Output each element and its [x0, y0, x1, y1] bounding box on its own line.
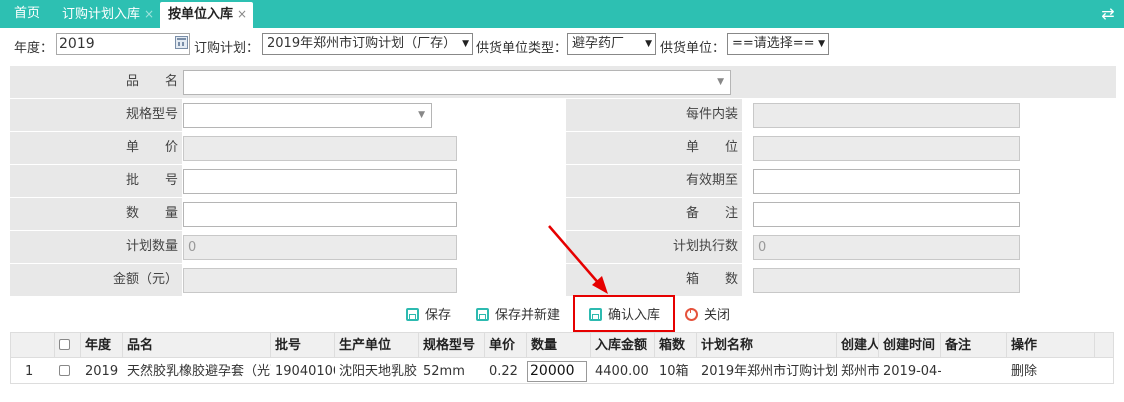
select-all-checkbox[interactable] [59, 339, 70, 350]
col-batch[interactable]: 批号 [271, 333, 335, 358]
unit-price-label: 单 价 [10, 132, 182, 164]
form-row: 规格型号 ▼ 每件内装 [10, 99, 1116, 131]
col-plan-name[interactable]: 计划名称 [697, 333, 837, 358]
form-row: 单 价 单 位 [10, 132, 1116, 164]
spec-label: 规格型号 [10, 99, 182, 131]
close-icon[interactable]: × [144, 7, 154, 21]
tab-plan-stock-in[interactable]: 订购计划入库 × [62, 0, 154, 28]
col-boxes[interactable]: 箱数 [655, 333, 697, 358]
cell-plan-name: 2019年郑州市订购计划（ [701, 364, 837, 379]
year-input[interactable]: 2019 [56, 33, 190, 55]
tab-bar: 首页 订购计划入库 × 按单位入库 × ⇄ [0, 0, 1124, 28]
save-icon [406, 308, 419, 321]
unit-label: 单 位 [566, 132, 742, 164]
cell-creator: 郑州市 [841, 364, 879, 379]
supplier-label: 供货单位： [660, 41, 726, 56]
col-amount[interactable]: 入库金额 [591, 333, 655, 358]
quantity-input[interactable] [183, 202, 457, 227]
plan-label: 订购计划： [194, 41, 260, 56]
col-remark[interactable]: 备注 [941, 333, 1007, 358]
col-price[interactable]: 单价 [485, 333, 527, 358]
quantity-input[interactable]: 20000 [527, 361, 587, 382]
batch-input[interactable] [183, 169, 457, 194]
plan-exec-field: 0 [753, 235, 1020, 260]
col-maker[interactable]: 生产单位 [335, 333, 419, 358]
col-qty[interactable]: 数量 [527, 333, 591, 358]
col-created[interactable]: 创建时间 [879, 333, 941, 358]
table-header: 年度 品名 批号 生产单位 规格型号 单价 数量 入库金额 箱数 计划名称 创建… [11, 333, 1113, 358]
save-label: 保存 [425, 308, 452, 323]
tab-home[interactable]: 首页 [14, 0, 40, 28]
tab-plan-label: 订购计划入库 [62, 7, 141, 22]
chevron-down-icon: ▼ [462, 39, 469, 49]
cell-spec: 52mm [423, 364, 465, 379]
amount-label: 金额（元） [10, 264, 182, 296]
unit-field [753, 136, 1020, 161]
cell-maker: 沈阳天地乳胶 [339, 364, 418, 379]
chevron-down-icon: ▼ [717, 77, 724, 87]
year-label: 年度： [14, 41, 54, 56]
col-spec[interactable]: 规格型号 [419, 333, 485, 358]
cell-remark [941, 359, 1007, 384]
save-button[interactable]: 保存 [406, 306, 451, 326]
per-box-label: 每件内装 [566, 99, 742, 131]
cell-amount: 4400.00 [595, 364, 649, 379]
close-button[interactable]: 关闭 [685, 306, 730, 326]
delete-link[interactable]: 删除 [1007, 359, 1095, 384]
quantity-label: 数 量 [10, 198, 182, 230]
save-new-label: 保存并新建 [495, 308, 561, 323]
save-and-new-button[interactable]: 保存并新建 [476, 306, 560, 326]
supplier-type-label: 供货单位类型： [476, 41, 568, 56]
refresh-icon[interactable]: ⇄ [1100, 5, 1116, 23]
plan-qty-field: 0 [183, 235, 457, 260]
col-product[interactable]: 品名 [123, 333, 271, 358]
chevron-down-icon: ▼ [645, 39, 652, 49]
cell-year: 2019 [85, 364, 119, 379]
form-row: 批 号 有效期至 [10, 165, 1116, 197]
expiry-input[interactable] [753, 169, 1020, 194]
per-box-field [753, 103, 1020, 128]
plan-qty-label: 计划数量 [10, 231, 182, 263]
tab-active-label: 按单位入库 [168, 7, 234, 22]
close-icon[interactable]: × [237, 7, 247, 21]
chevron-down-icon: ▼ [818, 39, 825, 49]
stock-in-table: 年度 品名 批号 生产单位 规格型号 单价 数量 入库金额 箱数 计划名称 创建… [10, 332, 1114, 384]
expiry-label: 有效期至 [566, 165, 742, 197]
highlight-box [573, 295, 675, 332]
supplier-type-value: 避孕药厂 [572, 36, 625, 51]
supplier-type-select[interactable]: 避孕药厂 ▼ [567, 33, 656, 55]
col-op[interactable]: 操作 [1007, 333, 1095, 358]
power-icon [685, 308, 698, 321]
col-year[interactable]: 年度 [81, 333, 123, 358]
row-index: 1 [25, 364, 34, 379]
unit-price-field [183, 136, 457, 161]
save-icon [476, 308, 489, 321]
supplier-select[interactable]: ==请选择== ▼ [727, 33, 829, 55]
cell-product: 天然胶乳橡胶避孕套（光面 [127, 364, 271, 379]
supplier-select-value: ==请选择== [732, 36, 815, 51]
form-row: 品 名 ▼ [10, 66, 1116, 98]
annotation-arrow [548, 225, 608, 294]
close-label: 关闭 [704, 308, 731, 323]
product-select[interactable]: ▼ [183, 70, 731, 95]
boxes-field [753, 268, 1020, 293]
table-row[interactable]: 1 2019 天然胶乳橡胶避孕套（光面 19040100 沈阳天地乳胶 52mm… [11, 359, 1113, 384]
amount-field [183, 268, 457, 293]
spec-select[interactable]: ▼ [183, 103, 432, 128]
cell-boxes: 10箱 [659, 364, 689, 379]
product-label: 品 名 [10, 66, 182, 98]
plan-select[interactable]: 2019年郑州市订购计划（厂存） ▼ [262, 33, 473, 55]
row-checkbox[interactable] [59, 365, 70, 376]
col-creator[interactable]: 创建人 [837, 333, 879, 358]
cell-created: 2019-04-1 [883, 364, 941, 379]
tab-unit-stock-in[interactable]: 按单位入库 × [160, 2, 254, 28]
remark-input[interactable] [753, 202, 1020, 227]
batch-label: 批 号 [10, 165, 182, 197]
chevron-down-icon: ▼ [418, 110, 425, 120]
cell-price: 0.22 [489, 364, 518, 379]
cell-batch: 19040100 [275, 364, 335, 379]
calendar-icon[interactable] [175, 36, 188, 49]
plan-select-value: 2019年郑州市订购计划（厂存） [267, 36, 457, 51]
